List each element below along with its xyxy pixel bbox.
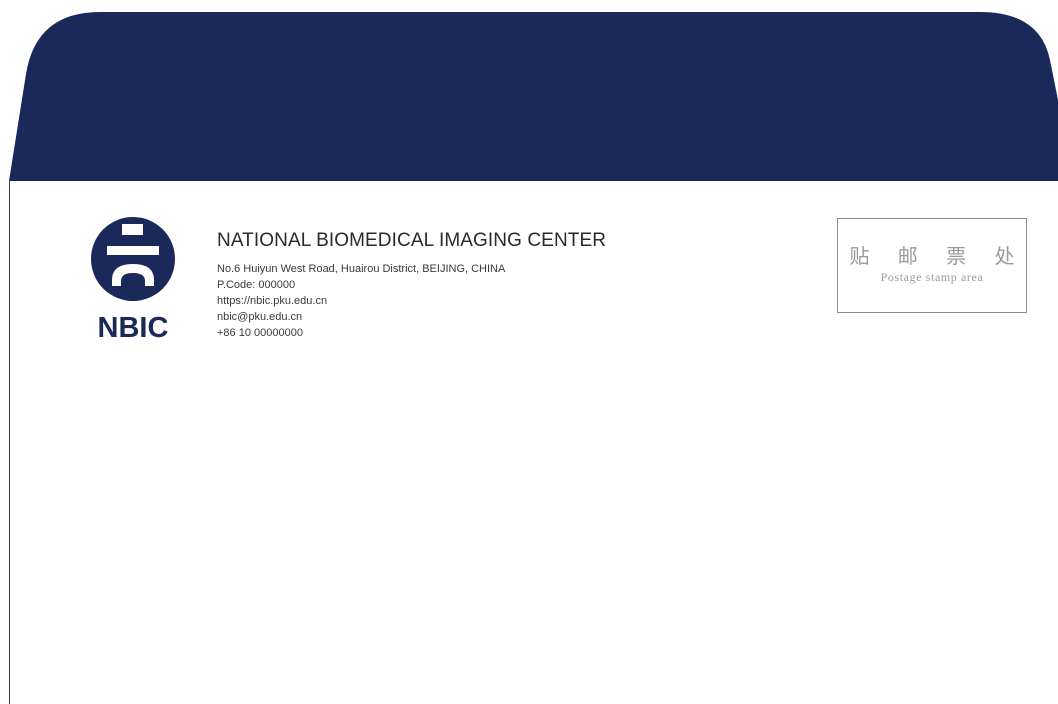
organization-website: https://nbic.pku.edu.cn: [217, 295, 328, 307]
organization-phone: +86 10 00000000: [217, 327, 303, 339]
organization-contact: No.6 Huiyun West Road, Huairou District,…: [217, 261, 777, 341]
organization-name: NATIONAL BIOMEDICAL IMAGING CENTER: [217, 230, 607, 251]
organization-postcode: P.Code: 000000: [217, 279, 296, 291]
organization-info: NATIONAL BIOMEDICAL IMAGING CENTER No.6 …: [217, 229, 777, 341]
logo-wordmark: NBIC: [98, 312, 169, 342]
envelope-background: [9, 12, 1058, 704]
organization-address: No.6 Huiyun West Road, Huairou District,…: [217, 263, 506, 275]
stamp-label-chinese: 贴 邮 票 处: [849, 244, 1026, 268]
envelope-flap: [9, 12, 1058, 181]
nbic-logo: NBIC: [80, 216, 188, 342]
nbic-emblem-icon: NBIC: [91, 217, 175, 342]
stamp-label-english: Postage stamp area: [880, 270, 984, 284]
envelope: NBIC NATIONAL BIOMEDICAL IMAGING CENTER …: [0, 0, 1058, 704]
postage-stamp-area: 贴 邮 票 处 Postage stamp area: [837, 218, 1027, 313]
organization-email: nbic@pku.edu.cn: [217, 311, 303, 323]
